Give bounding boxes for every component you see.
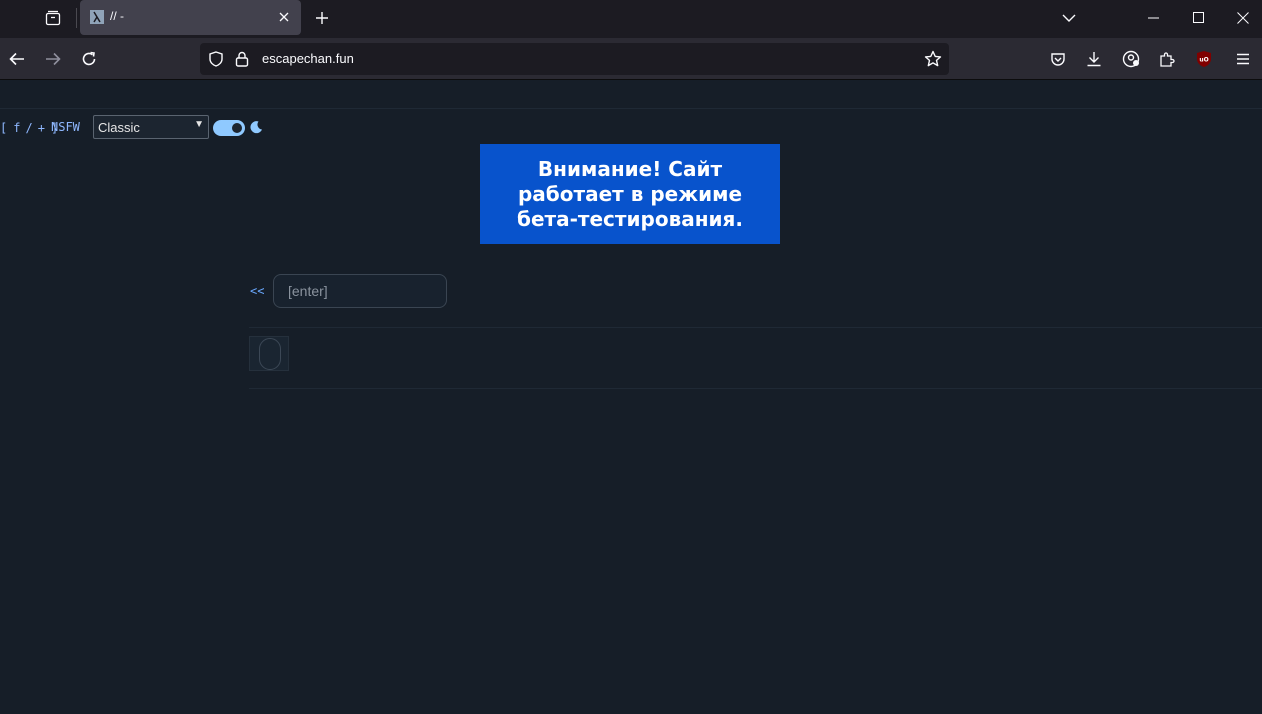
site-favicon-icon (90, 10, 104, 24)
arrow-left-icon (9, 52, 24, 66)
puzzle-icon (1160, 52, 1175, 67)
minimize-icon (1147, 17, 1159, 18)
account-button[interactable] (1115, 43, 1147, 75)
reload-icon (82, 51, 96, 66)
new-tab-button[interactable] (307, 3, 337, 33)
tab-list-button[interactable] (38, 3, 68, 33)
close-icon (279, 12, 289, 22)
page-content: [ f / + ] NSFW Classic ▼ Внимание! Сайт … (0, 80, 1262, 714)
beta-warning-text: Внимание! Сайт работает в режиме бета-те… (516, 156, 743, 231)
board-nav-open-bracket: [ (0, 121, 8, 135)
board-link-f[interactable]: f (13, 121, 20, 135)
ublock-icon: uO (1197, 51, 1211, 67)
maximize-button[interactable] (1175, 0, 1221, 35)
select-arrow-icon: ▼ (194, 119, 204, 130)
plus-icon (316, 12, 328, 24)
pocket-button[interactable] (1042, 43, 1074, 75)
enter-input[interactable] (273, 274, 447, 308)
svg-text:uO: uO (1199, 57, 1208, 64)
url-text[interactable]: escapechan.fun (262, 51, 354, 66)
star-icon (924, 50, 942, 67)
account-icon (1122, 50, 1140, 68)
extensions-button[interactable] (1151, 43, 1183, 75)
beta-warning-banner: Внимание! Сайт работает в режиме бета-те… (480, 144, 780, 244)
download-icon (1087, 52, 1101, 67)
tab-strip: // - (0, 0, 1262, 38)
tab-close-button[interactable] (277, 10, 291, 24)
tab-title: // - (110, 9, 124, 23)
theme-toggle[interactable] (213, 120, 245, 136)
back-link[interactable]: << (250, 284, 264, 298)
maximize-icon (1192, 12, 1204, 23)
content-divider-top (249, 327, 1262, 328)
tab-list-icon (45, 10, 61, 26)
ublock-button[interactable]: uO (1188, 43, 1220, 75)
back-button[interactable] (1, 43, 33, 75)
lock-icon[interactable] (235, 51, 249, 67)
moon-icon (250, 121, 262, 134)
arrow-right-icon (46, 52, 61, 66)
active-tab[interactable]: // - (80, 0, 301, 35)
nsfw-link[interactable]: NSFW (51, 120, 80, 134)
close-icon (1237, 11, 1249, 24)
bookmark-button[interactable] (923, 49, 943, 69)
forward-button[interactable] (37, 43, 69, 75)
style-select[interactable]: Classic ▼ (93, 115, 209, 139)
hamburger-menu-icon (1237, 53, 1249, 65)
reload-button[interactable] (73, 43, 105, 75)
downloads-button[interactable] (1078, 43, 1110, 75)
board-nav-separator: / (25, 121, 33, 135)
board-link-plus[interactable]: + (38, 121, 45, 135)
pocket-icon (1051, 53, 1065, 66)
empty-placeholder-icon (259, 338, 281, 370)
style-select-value: Classic (98, 120, 140, 135)
tabstrip-divider (76, 8, 77, 28)
window-close-button[interactable] (1220, 0, 1262, 35)
address-bar[interactable]: escapechan.fun (200, 43, 949, 75)
navigation-toolbar: escapechan.fun uO (0, 38, 1262, 80)
toggle-knob (232, 123, 242, 133)
content-divider-bottom (249, 388, 1262, 389)
app-menu-button[interactable] (1227, 43, 1259, 75)
header-divider (0, 108, 1262, 109)
list-all-tabs-button[interactable] (1046, 0, 1092, 35)
chevron-down-icon (1062, 14, 1076, 22)
shield-icon[interactable] (208, 51, 224, 67)
minimize-button[interactable] (1130, 0, 1176, 35)
thread-item[interactable] (249, 336, 289, 371)
board-nav: [ f / + ] (0, 118, 58, 138)
